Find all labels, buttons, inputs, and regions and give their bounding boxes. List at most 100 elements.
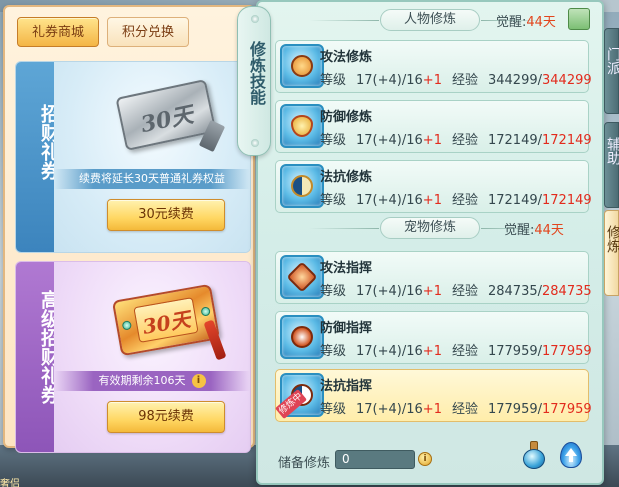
coupon-side-strip: 高级招财礼券 xyxy=(16,262,60,452)
coupon-content: 30天 续费将延长30天普通礼券权益 30元续费 xyxy=(54,62,250,252)
tab-assist[interactable]: 辅助 xyxy=(604,122,619,208)
reserve-value-field[interactable]: 0 xyxy=(335,450,415,469)
skill-stats: 等级 17(+4)/16+1 经验 177959/177959 xyxy=(320,398,592,417)
exp-max: 344299 xyxy=(542,73,592,88)
tab-cultivation-skills[interactable]: 修炼技能 xyxy=(237,6,271,156)
exp-max: 284735 xyxy=(542,284,592,299)
level-bonus: +1 xyxy=(422,402,442,417)
skill-card-attack-magic[interactable]: 攻法修炼 等级 17(+4)/16+1 经验 344299/344299 xyxy=(275,40,592,93)
info-icon[interactable]: i xyxy=(191,374,206,388)
exp-label: 经验 xyxy=(451,402,478,417)
paw-attack-icon xyxy=(280,255,324,299)
taiji-glyph xyxy=(291,175,313,197)
skill-card-defense[interactable]: 防御修炼 等级 17(+4)/16+1 经验 172149/172149 xyxy=(275,100,592,153)
awaken-days: 44天 xyxy=(526,15,556,30)
upgrade-flame-icon[interactable] xyxy=(558,440,584,470)
exp-value: 177959/ xyxy=(487,402,542,417)
coupon-info-text: 续费将延长30天普通礼券权益 xyxy=(54,169,250,189)
level-label: 等级 xyxy=(320,284,347,299)
renew-30-button[interactable]: 30元续费 xyxy=(107,199,225,231)
exp-value: 344299/ xyxy=(487,73,542,88)
exp-label: 经验 xyxy=(451,193,478,208)
skill-name: 防御指挥 xyxy=(320,321,373,336)
awaken-label: 觉醒: xyxy=(504,223,535,238)
skill-name: 法抗指挥 xyxy=(320,379,373,394)
tab-coupon-shop[interactable]: 礼券商城 xyxy=(17,17,99,47)
level-bonus: +1 xyxy=(422,193,442,208)
tab-cultivate[interactable]: 修炼 xyxy=(604,210,619,296)
tab-sect[interactable]: 门派 xyxy=(604,28,619,114)
potion-icon[interactable] xyxy=(522,440,546,470)
coupon-shop-panel: 礼券商城 积分兑换 招财礼券 30天 续费将延长30天普通礼券权益 30元续费 … xyxy=(3,5,255,453)
character-section-header: 人物修炼 觉醒:44天 xyxy=(280,9,600,31)
ornament-dot xyxy=(251,15,259,23)
ornament-dot xyxy=(251,139,259,147)
skill-card-magic-resist[interactable]: 法抗修炼 等级 17(+4)/16+1 经验 172149/172149 xyxy=(275,160,592,213)
coupon-expiry-label: 有效期剩余106天 xyxy=(98,374,186,387)
gold-ticket-icon: 30天 xyxy=(111,283,221,357)
exp-value: 172149/ xyxy=(487,193,542,208)
level-bonus: +1 xyxy=(422,344,442,359)
tab-points-exchange[interactable]: 积分兑换 xyxy=(107,17,189,47)
pet-section-header: 宠物修炼 觉醒:44天 xyxy=(280,217,600,239)
skill-name: 防御修炼 xyxy=(320,110,373,125)
level-label: 等级 xyxy=(320,73,347,88)
level-value: 17(+4)/16 xyxy=(356,193,423,208)
tab-cultivate-label: 修炼 xyxy=(605,225,619,253)
mage-icon xyxy=(280,44,324,88)
taiji-icon xyxy=(280,164,324,208)
tab-assist-label: 辅助 xyxy=(605,137,619,165)
paw-resist-icon: 修炼中 xyxy=(275,373,324,420)
shield-glyph xyxy=(291,115,313,137)
mage-glyph xyxy=(291,55,313,77)
ticket-inner: 30天 xyxy=(133,297,199,343)
skill-name: 攻法修炼 xyxy=(320,50,373,65)
ticket-days-label: 30天 xyxy=(140,306,193,339)
awaken-label: 觉醒: xyxy=(496,15,527,30)
skill-card-pet-resist[interactable]: 修炼中 法抗指挥 等级 17(+4)/16+1 经验 177959/177959 xyxy=(275,369,592,422)
exp-label: 经验 xyxy=(451,344,478,359)
potion-body xyxy=(523,449,545,469)
exp-value: 172149/ xyxy=(487,133,542,148)
level-value: 17(+4)/16 xyxy=(356,133,423,148)
exp-label: 经验 xyxy=(451,133,478,148)
coupon-info-text: 有效期剩余106天 i xyxy=(54,371,250,391)
skill-stats: 等级 17(+4)/16+1 经验 172149/172149 xyxy=(320,189,592,208)
level-value: 17(+4)/16 xyxy=(356,73,423,88)
exp-label: 经验 xyxy=(451,284,478,299)
coupon-content: 30天 有效期剩余106天 i 98元续费 xyxy=(54,262,250,452)
shield-icon xyxy=(280,104,324,148)
paw-glyph xyxy=(286,261,318,293)
character-awaken: 觉醒:44天 xyxy=(496,11,556,30)
pet-section-title: 宠物修炼 xyxy=(309,217,480,239)
exp-label: 经验 xyxy=(451,73,478,88)
coupon-card-basic: 招财礼券 30天 续费将延长30天普通礼券权益 30元续费 xyxy=(15,61,251,253)
skill-card-pet-defense[interactable]: 防御指挥 等级 17(+4)/16+1 经验 177959/177959 xyxy=(275,311,592,364)
edit-icon[interactable] xyxy=(568,8,590,30)
pet-awaken: 觉醒:44天 xyxy=(504,219,564,238)
level-label: 等级 xyxy=(320,193,347,208)
exp-max: 177959 xyxy=(542,402,592,417)
level-label: 等级 xyxy=(320,344,347,359)
level-value: 17(+4)/16 xyxy=(356,344,423,359)
tab-sect-label: 门派 xyxy=(605,47,619,75)
skill-stats: 等级 17(+4)/16+1 经验 177959/177959 xyxy=(320,340,592,359)
exp-value: 284735/ xyxy=(487,284,542,299)
reserve-label: 储备修炼 xyxy=(278,456,331,471)
character-section-title: 人物修炼 xyxy=(309,9,480,31)
awaken-days: 44天 xyxy=(534,223,564,238)
level-value: 17(+4)/16 xyxy=(356,402,423,417)
skill-card-pet-attack[interactable]: 攻法指挥 等级 17(+4)/16+1 经验 284735/284735 xyxy=(275,251,592,304)
paw-glyph xyxy=(291,326,313,348)
scene-corner-text: 奢侣 xyxy=(0,479,20,487)
coupon-info-label: 续费将延长30天普通礼券权益 xyxy=(79,172,225,185)
skill-stats: 等级 17(+4)/16+1 经验 172149/172149 xyxy=(320,129,592,148)
level-bonus: +1 xyxy=(422,73,442,88)
coupon-side-strip: 招财礼券 xyxy=(16,62,60,252)
coupon-card-premium: 高级招财礼券 30天 有效期剩余106天 i 98元续费 xyxy=(15,261,251,453)
exp-value: 177959/ xyxy=(487,344,542,359)
renew-98-button[interactable]: 98元续费 xyxy=(107,401,225,433)
coin-icon[interactable]: i xyxy=(418,452,432,466)
level-value: 17(+4)/16 xyxy=(356,284,423,299)
gem-icon xyxy=(121,320,133,331)
